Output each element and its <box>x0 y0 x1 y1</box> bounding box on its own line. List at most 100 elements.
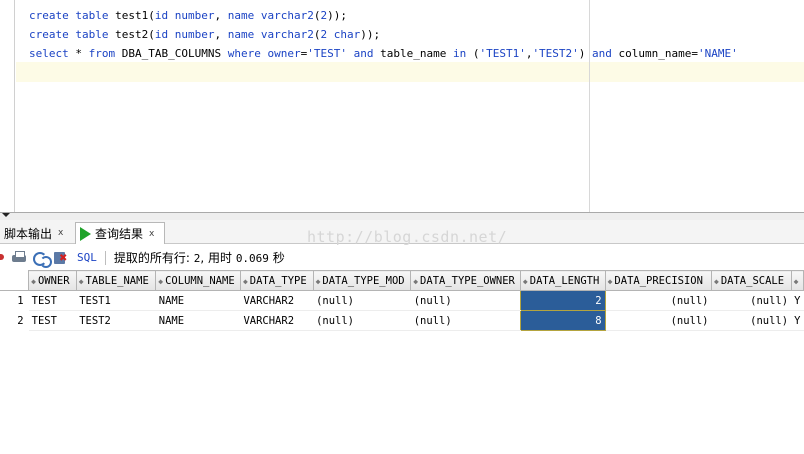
column-header-label: OWNER <box>37 274 70 287</box>
table-cell[interactable]: (null) <box>410 310 521 331</box>
print-icon[interactable] <box>11 250 27 266</box>
table-cell[interactable]: NAME <box>155 290 241 311</box>
code-token: , <box>214 9 228 22</box>
sort-icon[interactable]: ◆ <box>158 277 163 286</box>
column-header[interactable]: ◆ OWNER <box>28 270 77 291</box>
code-token: and <box>592 47 612 60</box>
code-token: in <box>452 47 467 60</box>
tab-query-result[interactable]: 查询结果 x <box>75 222 165 244</box>
code-token: id <box>154 9 169 22</box>
column-header[interactable]: ◆ <box>790 270 804 291</box>
code-token: select <box>29 47 69 60</box>
sort-icon[interactable]: ◆ <box>79 277 84 286</box>
table-cell[interactable]: TEST1 <box>76 290 156 311</box>
table-cell[interactable]: (null) <box>313 290 411 311</box>
code-token: test1( <box>108 9 155 22</box>
pin-icon[interactable] <box>0 250 6 266</box>
code-token: create <box>29 28 69 41</box>
table-cell[interactable]: TEST <box>28 310 77 331</box>
table-cell[interactable]: TEST <box>28 290 77 311</box>
column-header[interactable]: ◆ DATA_TYPE <box>239 270 314 291</box>
column-header-label: DATA_SCALE <box>720 274 785 287</box>
code-token: column_name= <box>611 47 699 60</box>
editor-gutter <box>0 0 15 212</box>
table-cell[interactable]: 8 <box>519 310 606 331</box>
result-grid: ◆ OWNER ◆ TABLE_NAME ◆ COLUMN_NAME ◆ DATA_TYPE ◆… <box>0 270 804 331</box>
row-number[interactable]: 2 <box>0 311 29 331</box>
code-token: , <box>214 28 228 41</box>
toolbar-divider <box>104 250 106 265</box>
code-token: ( <box>466 47 480 60</box>
table-cell[interactable]: VARCHAR2 <box>240 290 314 311</box>
code-token: number <box>174 9 215 22</box>
sql-button[interactable]: SQL <box>77 251 97 264</box>
table-cell[interactable]: (null) <box>711 310 792 331</box>
refresh-icon[interactable] <box>32 250 52 268</box>
collapse-arrow-icon[interactable] <box>2 213 10 217</box>
sort-icon[interactable]: ◆ <box>608 277 613 286</box>
code-token: varchar2 <box>260 28 314 41</box>
panel-splitter[interactable] <box>0 212 804 220</box>
column-header[interactable]: ◆ DATA_LENGTH <box>519 270 606 291</box>
table-cell[interactable]: (null) <box>605 310 712 331</box>
code-token: create <box>29 9 69 22</box>
column-header-label: DATA_TYPE_OWNER <box>420 274 515 287</box>
sort-icon[interactable]: ◆ <box>413 277 418 286</box>
row-number[interactable]: 1 <box>0 291 29 311</box>
code-line[interactable]: select * from DBA_TAB_COLUMNS where owne… <box>29 44 738 63</box>
column-header-label: COLUMN_NAME <box>165 274 235 287</box>
table-cell[interactable]: (null) <box>410 290 521 311</box>
table-row[interactable]: 1 TEST TEST1 NAME VARCHAR2 (null) (null) 2 (null… <box>0 290 804 311</box>
table-cell[interactable]: VARCHAR2 <box>240 310 314 331</box>
sort-icon[interactable]: ◆ <box>31 277 36 286</box>
column-header[interactable]: ◆ DATA_PRECISION <box>604 270 713 291</box>
tab-script-output[interactable]: 脚本输出 x <box>0 222 72 244</box>
sort-icon[interactable]: ◆ <box>794 277 799 286</box>
sort-icon[interactable]: ◆ <box>523 277 528 286</box>
column-header-label: TABLE_NAME <box>85 274 149 287</box>
table-row[interactable]: 2 TEST TEST2 NAME VARCHAR2 (null) (null) 8 (null… <box>0 310 804 331</box>
code-line[interactable]: create table test1(id number, name varch… <box>29 6 738 25</box>
column-header[interactable]: ◆ DATA_SCALE <box>711 270 792 291</box>
close-icon[interactable]: x <box>58 228 63 238</box>
code-token: table <box>75 28 109 41</box>
sort-icon[interactable]: ◆ <box>714 277 719 286</box>
code-token: 'NAME' <box>698 47 738 60</box>
code-token: table <box>75 9 109 22</box>
column-header[interactable]: ◆ COLUMN_NAME <box>155 270 241 291</box>
row-number-header <box>0 270 29 291</box>
table-cell[interactable]: TEST2 <box>76 310 156 331</box>
code-token: test2( <box>108 28 155 41</box>
sql-code[interactable]: create table test1(id number, name varch… <box>29 6 738 63</box>
column-header-label: DATA_PRECISION <box>614 274 703 287</box>
delete-icon[interactable] <box>53 250 69 266</box>
column-header[interactable]: ◆ DATA_TYPE_MOD <box>312 270 412 291</box>
sort-icon[interactable]: ◆ <box>243 277 248 286</box>
column-header-label: DATA_LENGTH <box>529 274 600 287</box>
code-token: table_name <box>373 47 453 60</box>
table-cell[interactable]: NAME <box>155 310 241 331</box>
code-token: * <box>68 47 89 60</box>
watermark: http://blog.csdn.net/ <box>307 228 508 246</box>
table-cell[interactable]: (null) <box>313 310 411 331</box>
column-header[interactable]: ◆ DATA_TYPE_OWNER <box>410 270 521 291</box>
elapsed-time: 0.069 <box>235 252 269 265</box>
code-token: 'TEST1' <box>479 47 526 60</box>
table-cell[interactable]: Y <box>791 310 804 331</box>
close-icon[interactable]: x <box>149 229 154 239</box>
column-header[interactable]: ◆ TABLE_NAME <box>75 270 157 291</box>
code-token: DBA_TAB_COLUMNS <box>115 47 228 60</box>
code-line[interactable]: create table test2(id number, name varch… <box>29 25 738 44</box>
table-cell[interactable]: (null) <box>605 290 712 311</box>
code-token: where <box>227 47 261 60</box>
table-cell[interactable]: 2 <box>519 290 606 311</box>
sql-editor[interactable]: create table test1(id number, name varch… <box>0 0 804 212</box>
sort-icon[interactable]: ◆ <box>316 277 321 286</box>
run-icon <box>80 226 91 241</box>
code-token: 2 char <box>320 28 361 41</box>
table-cell[interactable]: Y <box>791 290 804 311</box>
table-cell[interactable]: (null) <box>711 290 792 311</box>
